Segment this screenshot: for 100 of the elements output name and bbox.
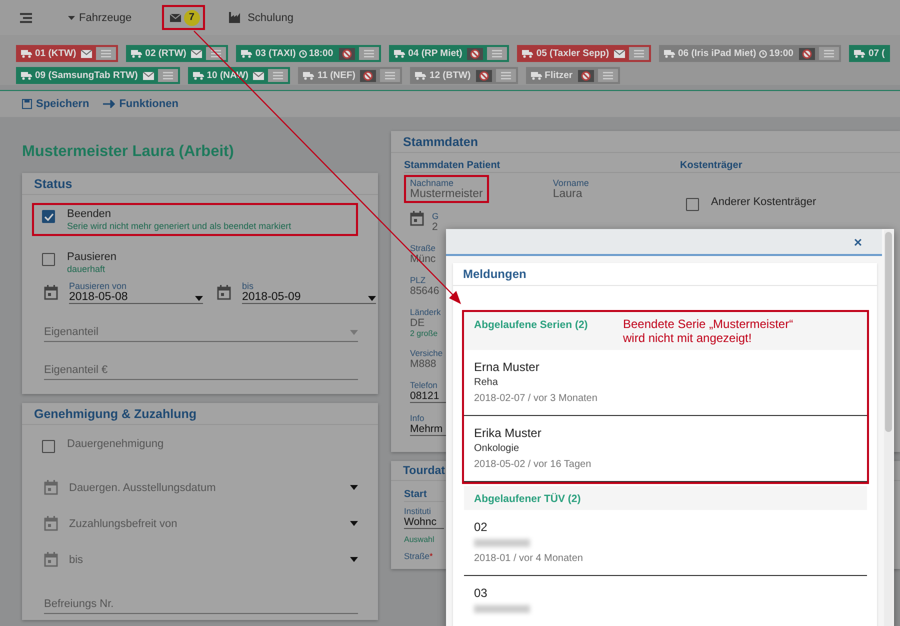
vehicle-chip[interactable]: 11 (NEF) <box>298 67 402 84</box>
checkbox-label: Pausieren <box>67 251 117 263</box>
no-entry-icon[interactable] <box>799 48 816 60</box>
checkbox-label: Beenden <box>67 208 112 220</box>
hint-text: Serie wird nicht mehr generiert und als beendet markiert <box>67 221 292 231</box>
select-field[interactable]: Eigenanteil <box>44 326 358 342</box>
text-field[interactable]: Versiche M888 <box>410 348 450 370</box>
vehicle-chip[interactable]: 12 (BTW) <box>410 67 518 84</box>
envelope-icon[interactable] <box>142 72 154 80</box>
text-field[interactable]: Instituti Wohnc <box>404 506 444 529</box>
date-field[interactable]: Pausieren von 2018-05-08 <box>69 281 203 304</box>
input-field[interactable]: Befreiungs Nr. <box>44 598 358 614</box>
close-button[interactable]: × <box>854 234 862 248</box>
checkbox-label: Dauergenehmigung <box>67 438 164 450</box>
vehicle-chip[interactable]: 05 (Taxler Sepp) <box>517 45 652 62</box>
item-date: 2018-02-07 / vor 3 Monaten <box>474 393 598 404</box>
input-field[interactable]: Eigenanteil € <box>44 364 358 380</box>
truck-icon <box>664 49 676 58</box>
item-title: Erika Muster <box>474 426 542 440</box>
training-button[interactable]: Schulung <box>228 6 294 30</box>
list-icon[interactable] <box>96 47 116 60</box>
truck-icon <box>192 71 204 80</box>
clock-icon <box>759 50 768 58</box>
vehicle-chip[interactable]: 09 (SamsungTab RTW) <box>16 67 180 84</box>
no-entry-icon[interactable] <box>467 48 484 60</box>
list-icon[interactable] <box>359 47 380 60</box>
vehicle-chip[interactable]: 02 (RTW) <box>126 45 228 62</box>
annotation-text: wird nicht mit angezeigt! <box>623 331 753 345</box>
truck-icon <box>303 71 314 80</box>
no-entry-icon[interactable] <box>339 48 356 60</box>
no-entry-icon[interactable] <box>578 70 594 82</box>
vehicles-menu-button[interactable]: Fahrzeuge <box>68 6 132 30</box>
text-field[interactable]: Vorname Laura <box>546 175 595 203</box>
truck-icon <box>415 71 426 80</box>
list-icon[interactable] <box>629 47 650 60</box>
save-icon <box>22 99 32 109</box>
no-entry-icon[interactable] <box>360 70 376 82</box>
card-title: Status <box>22 173 378 195</box>
hint-text: dauerhaft <box>67 264 106 274</box>
text-field[interactable]: PLZ 85646 <box>410 275 450 297</box>
functions-button[interactable]: Funktionen <box>103 98 178 110</box>
date-field[interactable]: bis 2018-05-09 <box>242 281 376 304</box>
vehicle-chip[interactable]: 01 (KTW) <box>16 45 118 62</box>
caret-icon[interactable] <box>350 520 358 526</box>
truck-icon <box>854 49 866 58</box>
truck-icon <box>21 49 32 58</box>
text-field[interactable]: G 2 <box>432 211 439 233</box>
vehicle-chip[interactable]: 06 (Iris iPad Miet) 19:00 <box>659 45 842 62</box>
section-heading: Stammdaten Patient <box>404 160 680 173</box>
card-title: Genehmigung & Zuzahlung <box>22 403 378 425</box>
checkbox[interactable] <box>42 440 55 453</box>
item-title: 02 <box>474 520 488 534</box>
text-field[interactable]: Straße* <box>404 551 444 561</box>
date-field[interactable]: Dauergen. Ausstellungsdatum <box>69 478 339 496</box>
envelope-icon[interactable] <box>81 50 92 58</box>
annotation-text: Beendete Serie „Mustermeister“ <box>623 317 794 331</box>
scrollbar[interactable] <box>884 230 893 626</box>
section-heading: Abgelaufener TÜV (2) <box>474 492 582 505</box>
item-subtitle: Reha <box>474 377 499 388</box>
list-icon[interactable] <box>268 69 288 82</box>
count-badge: 7 <box>184 10 200 26</box>
calendar-icon <box>44 285 58 300</box>
chart-icon <box>228 12 242 23</box>
vehicle-chip[interactable]: 07 ( <box>849 45 890 62</box>
checkbox[interactable] <box>42 253 55 266</box>
dialog-title: Meldungen <box>453 263 877 286</box>
clock-icon <box>298 50 307 58</box>
calendar-icon <box>410 211 424 226</box>
truck-icon <box>241 49 252 58</box>
checkbox[interactable] <box>42 210 55 223</box>
messages-button[interactable]: 7 <box>162 5 205 30</box>
section-heading: Start <box>404 489 444 502</box>
calendar-icon <box>44 516 58 530</box>
no-entry-icon[interactable] <box>476 70 492 82</box>
date-field[interactable]: bis <box>69 550 339 568</box>
calendar-icon <box>44 552 58 566</box>
vehicle-chip[interactable]: 04 (RP Miet) <box>389 45 510 62</box>
patient-title: Mustermeister Laura (Arbeit) <box>22 143 235 161</box>
truck-icon <box>21 71 32 80</box>
caret-icon <box>68 16 75 20</box>
text-field[interactable]: Länderk DE <box>410 307 450 329</box>
hint-text: 2 große <box>410 329 439 338</box>
caret-icon[interactable] <box>350 484 358 490</box>
save-button[interactable]: Speichern <box>22 98 90 110</box>
truck-icon <box>522 49 534 58</box>
list-icon[interactable] <box>206 47 226 60</box>
text-field[interactable]: Nachname Mustermeister <box>404 175 489 203</box>
vehicle-chip[interactable]: 03 (TAXI) 18:00 <box>236 45 382 62</box>
list-icon[interactable] <box>158 69 178 82</box>
envelope-icon[interactable] <box>253 72 264 80</box>
envelope-icon[interactable] <box>614 50 626 58</box>
item-subtitle: Onkologie <box>474 443 520 454</box>
caret-icon[interactable] <box>350 556 358 562</box>
vehicle-chip[interactable]: Flitzer <box>526 67 620 84</box>
arrow-icon <box>103 100 116 108</box>
envelope-icon[interactable] <box>191 50 202 58</box>
date-field[interactable]: Zuzahlungsbefreit von <box>69 514 339 532</box>
checkbox[interactable] <box>686 198 699 211</box>
envelope-icon <box>170 14 181 22</box>
list-icon[interactable] <box>487 47 508 60</box>
